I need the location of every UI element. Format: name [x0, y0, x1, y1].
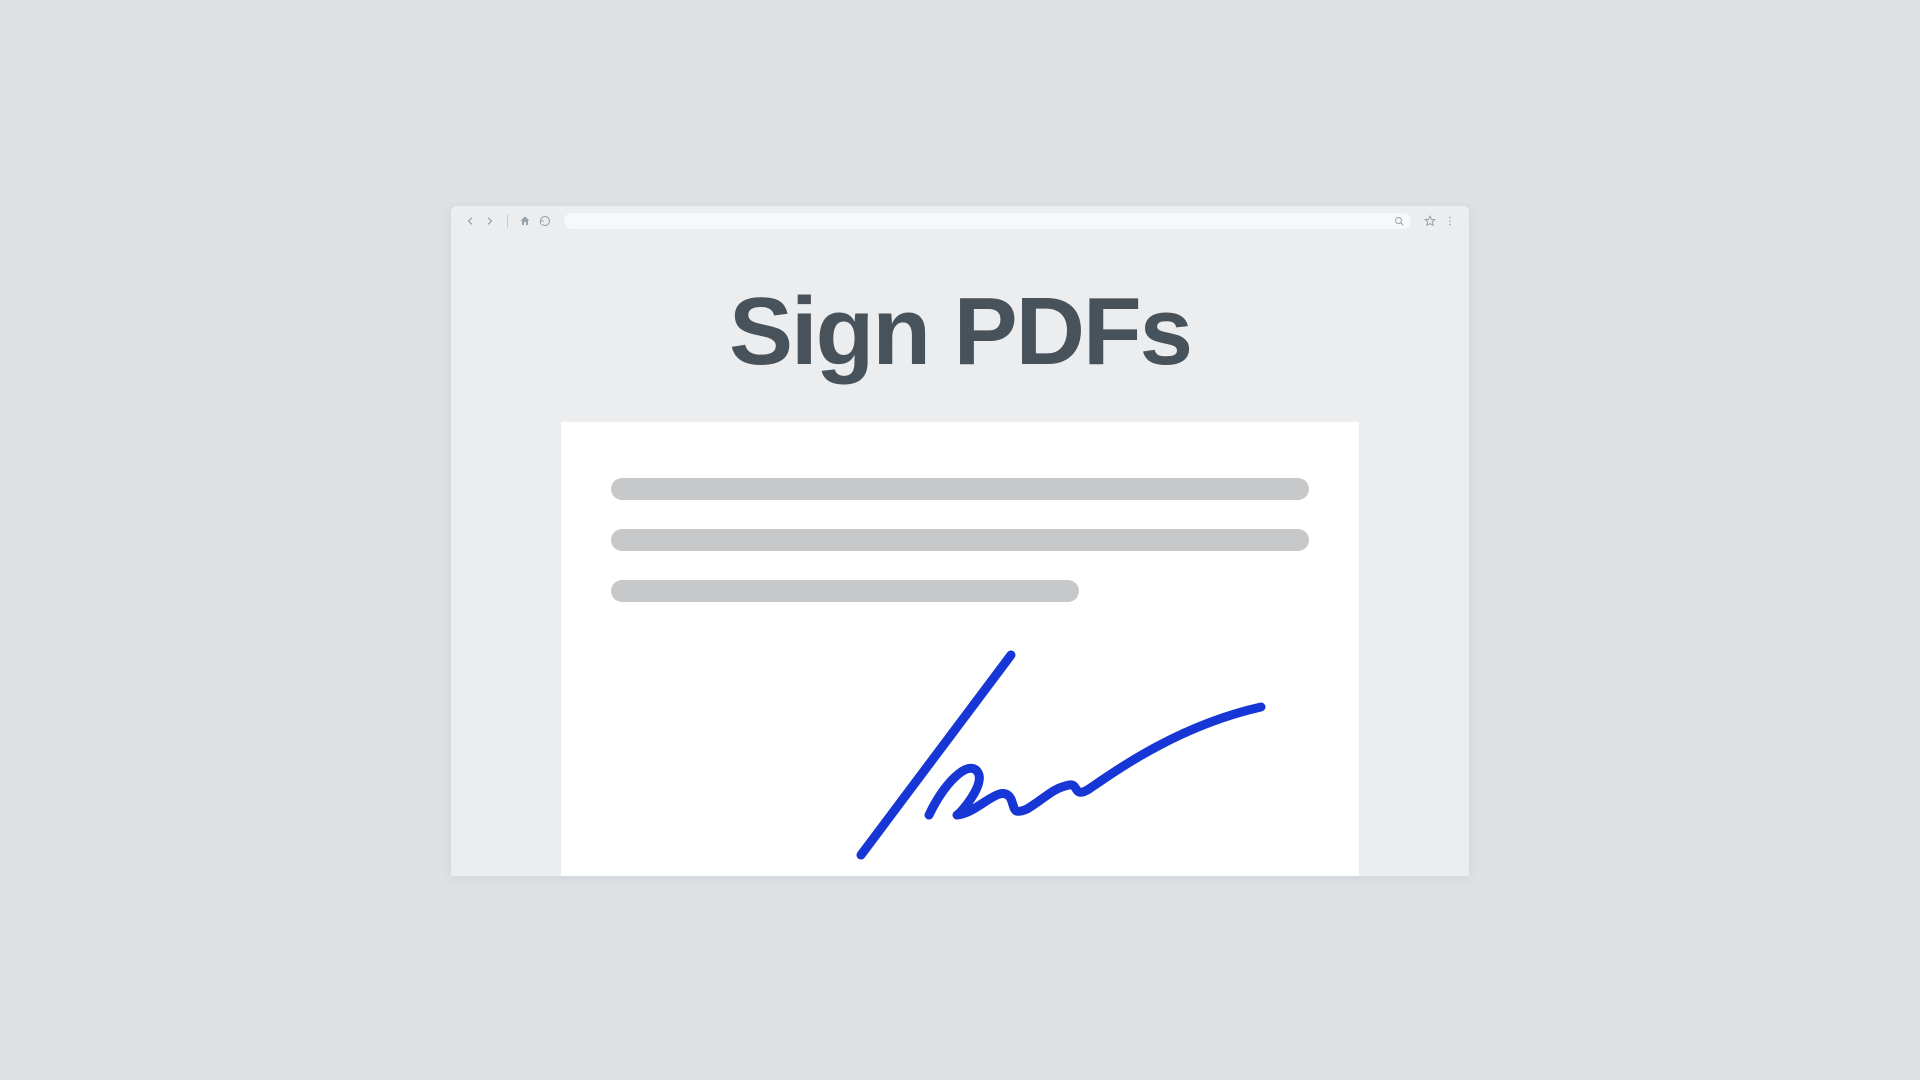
- search-icon: [1393, 215, 1405, 227]
- address-bar[interactable]: [564, 213, 1411, 229]
- home-icon[interactable]: [518, 214, 532, 228]
- illustration-stage: Sign PDFs: [232, 131, 1688, 950]
- browser-window: Sign PDFs: [451, 206, 1469, 876]
- forward-icon[interactable]: [483, 214, 497, 228]
- browser-content: Sign PDFs: [451, 236, 1469, 876]
- refresh-icon[interactable]: [538, 214, 552, 228]
- browser-toolbar: [451, 206, 1469, 236]
- star-icon[interactable]: [1423, 214, 1437, 228]
- document-text-line: [611, 580, 1079, 602]
- signature-graphic: [851, 647, 1271, 867]
- back-icon[interactable]: [463, 214, 477, 228]
- toolbar-divider: [507, 214, 508, 228]
- more-vertical-icon[interactable]: [1443, 214, 1457, 228]
- document-text-line: [611, 478, 1309, 500]
- document-text-line: [611, 529, 1309, 551]
- document-preview: [561, 422, 1359, 876]
- page-title: Sign PDFs: [729, 284, 1191, 380]
